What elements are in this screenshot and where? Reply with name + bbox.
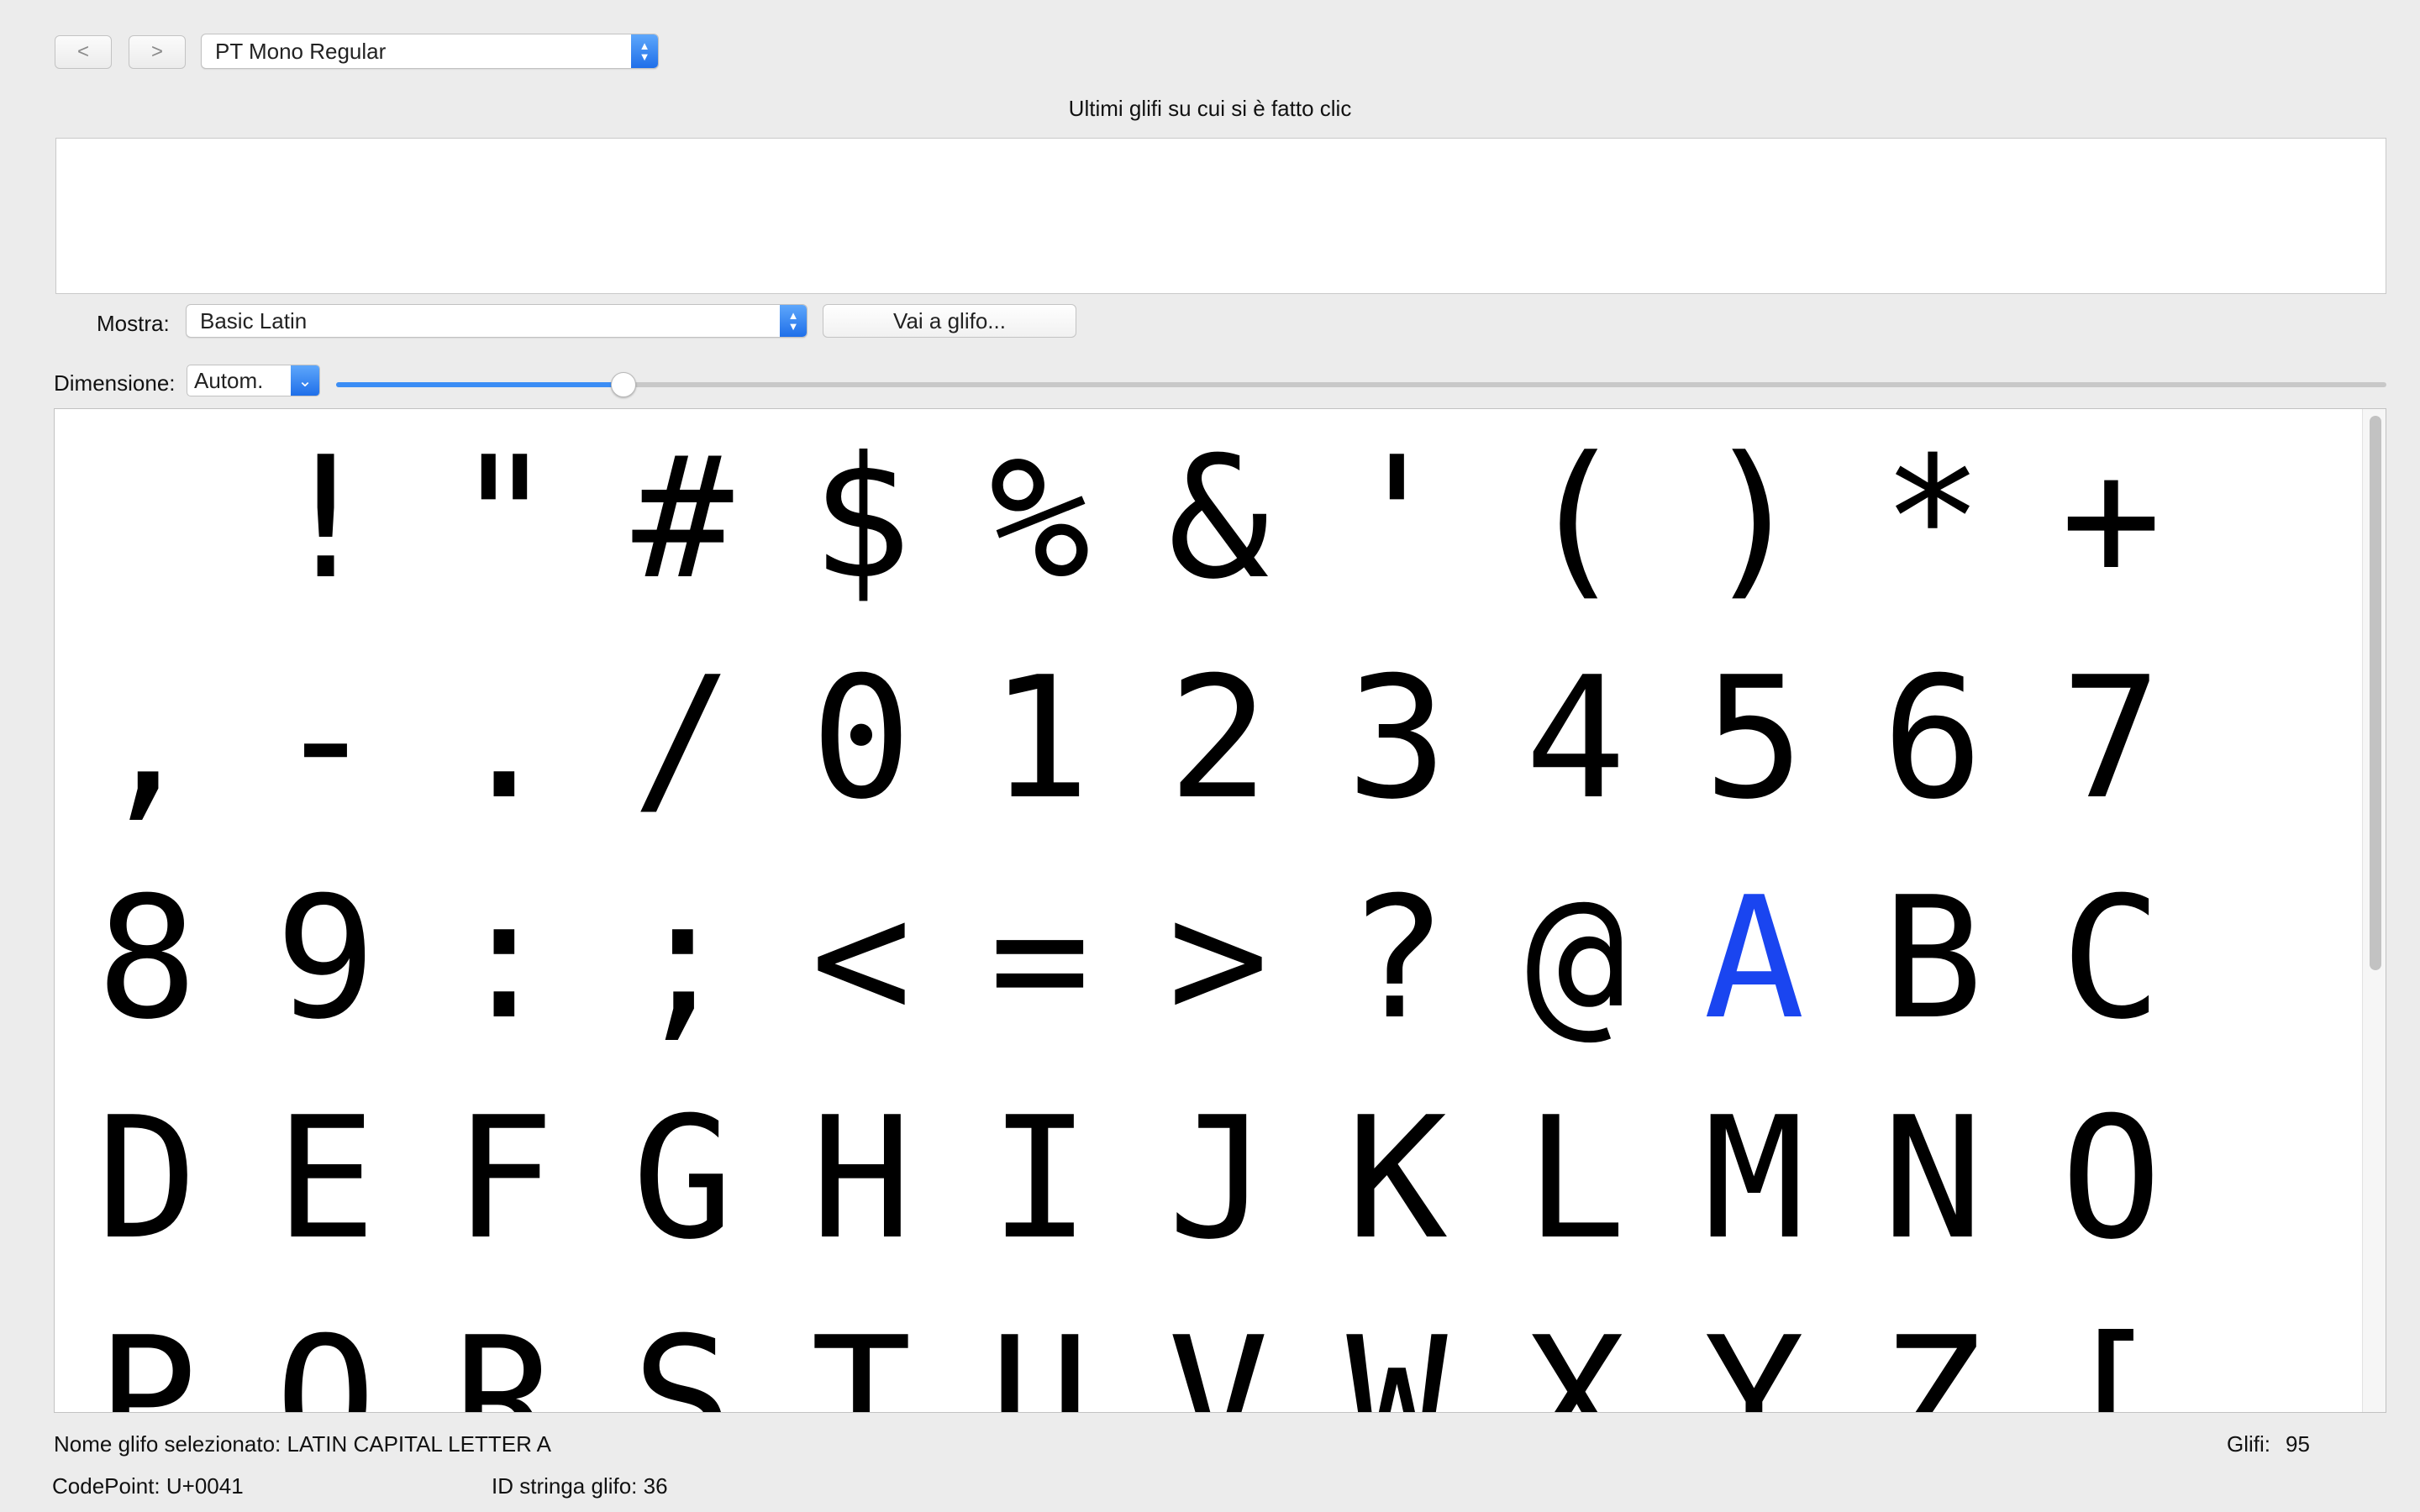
glyph-cell[interactable]: 4 — [1486, 629, 1665, 849]
show-selector[interactable]: Basic Latin ▲ ▼ — [186, 304, 808, 338]
slider-fill — [336, 382, 623, 387]
glyph-cell[interactable]: G — [594, 1069, 772, 1289]
glyph-cell[interactable]: ' — [1308, 409, 1486, 629]
font-selector[interactable]: PT Mono Regular ▲ ▼ — [201, 34, 659, 69]
glyph-cell[interactable]: Z — [1844, 1289, 2022, 1413]
go-to-glyph-button[interactable]: Vai a glifo... — [823, 304, 1076, 338]
glyph-cell[interactable]: < — [772, 849, 950, 1069]
glyph-cell[interactable]: 6 — [1844, 629, 2022, 849]
glyph-count: 95 — [2286, 1431, 2310, 1457]
glyph-cell[interactable]: Q — [237, 1289, 415, 1413]
glyph-cell[interactable]: S — [594, 1289, 772, 1413]
glyph-cell[interactable]: L — [1486, 1069, 1665, 1289]
glyph-cell[interactable]: , — [58, 629, 236, 849]
glyph-cell[interactable]: 8 — [58, 849, 236, 1069]
glyph-grid-content: ! " # $% & '() * +, -./0 1 2 3 4 5 6 7 8 9:; < = >? @ A B C D E F G H… — [55, 409, 2357, 1413]
stepper-icon: ▲ ▼ — [631, 34, 658, 68]
scrollbar-thumb[interactable] — [2370, 416, 2381, 970]
glyph-cell[interactable]: F — [415, 1069, 593, 1289]
glyph-cell[interactable]: 7 — [2023, 629, 2201, 849]
glyph-cell[interactable]: ) — [1665, 409, 1844, 629]
back-button[interactable]: < — [55, 35, 112, 69]
glyph-cell[interactable]: A — [1665, 849, 1844, 1069]
glyph-cell[interactable]: C — [2023, 849, 2201, 1069]
recent-glyphs-title: Ultimi glifi su cui si è fatto clic — [1068, 96, 1352, 121]
forward-button[interactable]: > — [129, 35, 186, 69]
selected-glyph-name: Nome glifo selezionato: LATIN CAPITAL LE… — [54, 1431, 551, 1457]
glyph-cell[interactable]: 9 — [237, 849, 415, 1069]
glyph-cell[interactable]: 5 — [1665, 629, 1844, 849]
glyph-string-id: ID stringa glifo: 36 — [492, 1473, 668, 1499]
size-selector-value: Autom. — [194, 367, 264, 393]
slider-knob[interactable] — [611, 372, 636, 397]
glyph-cell[interactable]: N — [1844, 1069, 2022, 1289]
glyph-grid[interactable]: ! " # $% & '() * +, -./0 1 2 3 4 5 6 7 8 9:; < = >? @ A B C D E F G H… — [54, 408, 2386, 1413]
glyph-cell[interactable]: J — [1129, 1069, 1307, 1289]
glyph-cell[interactable]: . — [415, 629, 593, 849]
glyph-cell[interactable]: @ — [1486, 849, 1665, 1069]
glyph-cell[interactable]: T — [772, 1289, 950, 1413]
glyph-cell[interactable]: & — [1129, 409, 1307, 629]
glyph-cell[interactable]: 1 — [951, 629, 1129, 849]
glyph-cell[interactable]: B — [1844, 849, 2022, 1069]
glyph-cell[interactable]: K — [1308, 1069, 1486, 1289]
vertical-scrollbar[interactable] — [2362, 409, 2386, 1412]
glyph-cell[interactable]: ! — [237, 409, 415, 629]
glyph-cell[interactable]: " — [415, 409, 593, 629]
glyph-cell[interactable]: 0 — [772, 629, 950, 849]
font-selector-value: PT Mono Regular — [215, 38, 387, 64]
glyph-cell[interactable]: : — [415, 849, 593, 1069]
glyph-cell[interactable]: / — [594, 629, 772, 849]
chevron-right-icon: > — [150, 40, 163, 63]
glyph-cell[interactable]: V — [1129, 1289, 1307, 1413]
size-selector[interactable]: Autom. ⌄ — [187, 365, 320, 396]
glyph-cell[interactable]: E — [237, 1069, 415, 1289]
glyph-cell[interactable]: ( — [1486, 409, 1665, 629]
glyph-cell[interactable] — [58, 409, 236, 629]
glyph-cell[interactable]: M — [1665, 1069, 1844, 1289]
glyph-cell[interactable]: U — [951, 1289, 1129, 1413]
glyph-cell[interactable]: + — [2023, 409, 2201, 629]
glyph-cell[interactable]: ? — [1308, 849, 1486, 1069]
codepoint: CodePoint: U+0041 — [52, 1473, 244, 1499]
glyph-cell[interactable]: = — [951, 849, 1129, 1069]
glyph-cell[interactable]: O — [2023, 1069, 2201, 1289]
size-slider[interactable] — [336, 370, 2386, 400]
glyph-cell[interactable]: 3 — [1308, 629, 1486, 849]
glyph-cell[interactable]: D — [58, 1069, 236, 1289]
show-label: Mostra: — [97, 311, 170, 336]
slider-track — [336, 382, 2386, 387]
chevron-left-icon: < — [76, 40, 89, 63]
glyph-cell[interactable]: W — [1308, 1289, 1486, 1413]
glyph-cell[interactable]: $ — [772, 409, 950, 629]
glyph-cell[interactable]: % — [951, 409, 1129, 629]
glyph-cell[interactable]: 2 — [1129, 629, 1307, 849]
glyph-cell[interactable]: - — [237, 629, 415, 849]
glyph-cell[interactable]: R — [415, 1289, 593, 1413]
glyph-cell[interactable]: X — [1486, 1289, 1665, 1413]
glyph-cell[interactable]: H — [772, 1069, 950, 1289]
glyph-cell[interactable]: [ — [2023, 1289, 2201, 1413]
glyph-cell[interactable]: # — [594, 409, 772, 629]
glyph-cell[interactable]: ; — [594, 849, 772, 1069]
stepper-icon: ▲ ▼ — [780, 305, 807, 337]
chevron-down-icon: ⌄ — [291, 365, 319, 396]
show-selector-value: Basic Latin — [200, 307, 308, 333]
glyph-count-label: Glifi: — [2227, 1431, 2270, 1457]
glyph-cell[interactable]: Y — [1665, 1289, 1844, 1413]
recent-glyphs-area[interactable] — [55, 138, 2386, 294]
glyph-cell[interactable]: I — [951, 1069, 1129, 1289]
size-label: Dimensione: — [54, 370, 176, 396]
glyph-cell[interactable]: * — [1844, 409, 2022, 629]
glyph-cell[interactable]: > — [1129, 849, 1307, 1069]
glyph-cell[interactable]: P — [58, 1289, 236, 1413]
